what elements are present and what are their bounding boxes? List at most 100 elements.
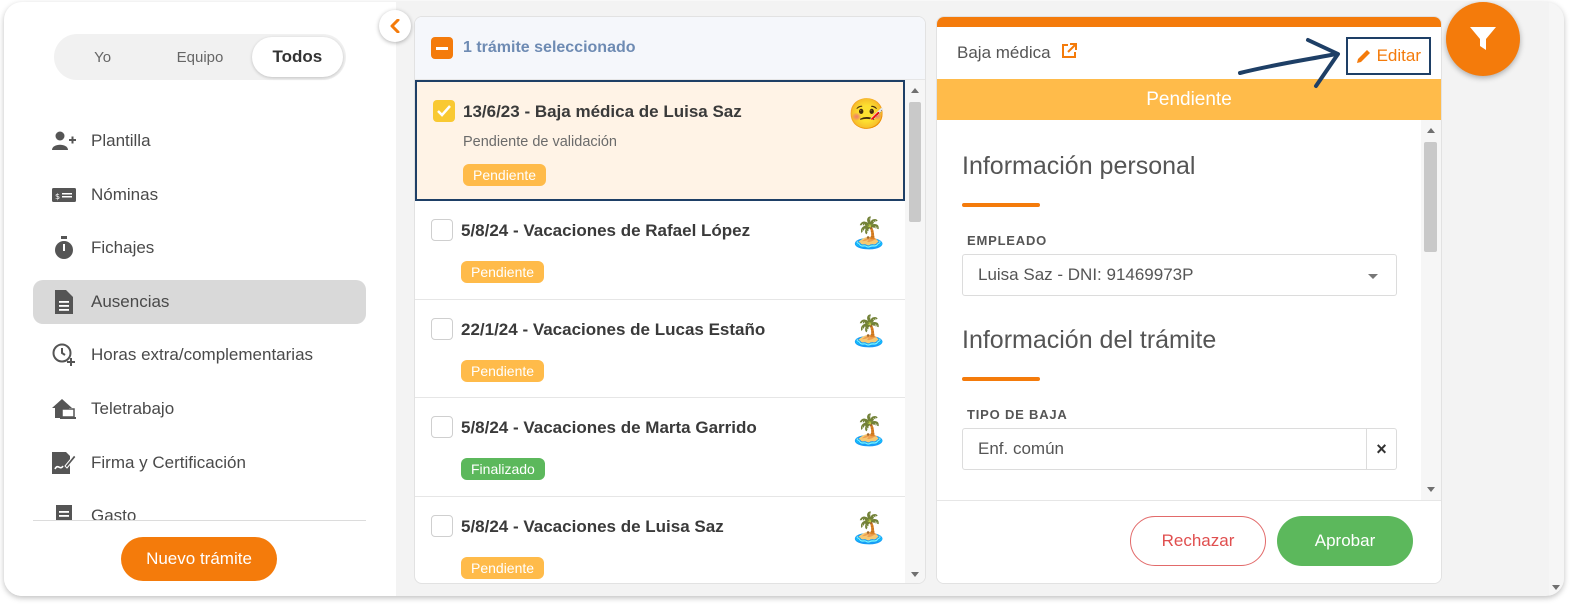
status-badge: Pendiente (461, 359, 545, 382)
scroll-thumb[interactable] (909, 102, 921, 222)
item-title: 13/6/23 - Baja médica de Luisa Saz (463, 102, 742, 121)
sidebar-item-firma[interactable]: Firma y Certificación (33, 441, 366, 485)
leave-type-value: Enf. común (978, 439, 1064, 458)
list-item[interactable]: 5/8/24 - Vacaciones de Luisa Saz Pendien… (415, 497, 905, 584)
employee-select[interactable]: Luisa Saz - DNI: 91469973P (962, 254, 1397, 296)
detail-header: Baja médica Editar (937, 27, 1441, 79)
sidebar-item-ausencias[interactable]: Ausencias (33, 279, 366, 324)
island-icon: 🏝️ (850, 413, 888, 447)
list-item[interactable]: 5/8/24 - Vacaciones de Rafael López Pend… (415, 201, 905, 300)
sidebar-item-label: Plantilla (91, 131, 151, 150)
document-icon (51, 289, 77, 314)
procedure-detail-panel: Baja médica Editar Pendiente Información… (936, 16, 1442, 584)
item-title: 5/8/24 - Vacaciones de Rafael López (461, 221, 751, 240)
sidebar-item-fichajes[interactable]: Fichajes (33, 226, 366, 270)
island-icon: 🏝️ (850, 512, 888, 545)
add-user-icon (51, 129, 77, 153)
sidebar-nav: Plantilla $ Nóminas Fichajes Ausencias H… (33, 119, 366, 548)
detail-scrollbar[interactable] (1421, 120, 1441, 500)
procedure-list: 13/6/23 - Baja médica de Luisa Saz Pendi… (415, 80, 905, 584)
sidebar-item-label: Firma y Certificación (91, 452, 246, 472)
sidebar-item-nominas[interactable]: $ Nóminas (33, 173, 366, 217)
approve-button[interactable]: Aprobar (1277, 516, 1413, 566)
status-banner: Pendiente (937, 79, 1441, 120)
list-header: 1 trámite seleccionado (415, 17, 925, 80)
leave-type-select[interactable]: Enf. común × (962, 428, 1397, 470)
scroll-thumb[interactable] (1424, 142, 1437, 252)
item-checkbox[interactable] (431, 514, 453, 537)
scope-tab-yo[interactable]: Yo (57, 37, 148, 77)
detail-form: Información personal EMPLEADO Luisa Saz … (937, 120, 1421, 500)
sidebar-item-label: Fichajes (91, 238, 155, 258)
sidebar-item-label: Ausencias (91, 291, 170, 311)
item-checkbox[interactable] (431, 219, 453, 241)
clock-plus-icon (51, 343, 77, 367)
reject-button[interactable]: Rechazar (1130, 516, 1266, 566)
item-title: 5/8/24 - Vacaciones de Marta Garrido (461, 418, 757, 437)
procedure-list-panel: 1 trámite seleccionado 13/6/23 - Baja mé… (414, 16, 926, 584)
list-item[interactable]: 13/6/23 - Baja médica de Luisa Saz Pendi… (415, 80, 905, 201)
item-checkbox[interactable] (431, 317, 453, 340)
sidebar-item-label: Nóminas (91, 184, 159, 204)
deselect-all-checkbox[interactable] (431, 37, 453, 59)
leave-type-label: TIPO DE BAJA (967, 407, 1068, 422)
sidebar-item-teletrabajo[interactable]: Teletrabajo (33, 387, 366, 431)
status-badge: Pendiente (461, 556, 545, 579)
signature-icon (51, 451, 77, 475)
sidebar: Yo Equipo Todos Plantilla $ Nóminas Fich… (4, 2, 396, 596)
selection-count: 1 trámite seleccionado (463, 39, 636, 56)
procedure-type: Baja médica (957, 43, 1051, 62)
payslip-icon: $ (51, 183, 77, 207)
external-link-icon[interactable] (1061, 42, 1077, 64)
edit-button[interactable]: Editar (1345, 37, 1431, 75)
pencil-icon (1356, 50, 1370, 63)
sidebar-item-horas-extra[interactable]: Horas extra/complementarias (33, 333, 366, 377)
scroll-up-icon[interactable] (911, 88, 919, 93)
app-window: Yo Equipo Todos Plantilla $ Nóminas Fich… (4, 2, 1564, 596)
sidebar-item-plantilla[interactable]: Plantilla (33, 119, 366, 163)
status-badge: Pendiente (463, 164, 547, 186)
section-divider (962, 203, 1040, 207)
item-checkbox[interactable] (431, 416, 453, 438)
minus-icon (436, 46, 448, 50)
filter-icon (1470, 27, 1496, 50)
scroll-down-icon[interactable] (1427, 487, 1435, 492)
scope-switcher: Yo Equipo Todos (54, 34, 346, 80)
collapse-sidebar-button[interactable] (379, 10, 411, 42)
sidebar-item-label: Horas extra/complementarias (91, 345, 314, 365)
scroll-up-icon[interactable] (1427, 128, 1435, 133)
employee-value: Luisa Saz - DNI: 91469973P (978, 265, 1194, 284)
page-scrollbar[interactable] (1549, 2, 1564, 596)
clear-icon[interactable]: × (1366, 429, 1396, 469)
new-procedure-button[interactable]: Nuevo trámite (121, 537, 277, 581)
svg-text:$: $ (55, 192, 60, 201)
list-item[interactable]: 22/1/24 - Vacaciones de Lucas Estaño Pen… (415, 300, 905, 398)
status-badge: Finalizado (461, 458, 545, 480)
scroll-down-icon[interactable] (911, 572, 919, 577)
check-icon (437, 105, 451, 117)
chevron-left-icon (390, 19, 400, 33)
scope-tab-equipo[interactable]: Equipo (154, 37, 245, 77)
item-checkbox[interactable] (433, 100, 455, 122)
scope-tab-todos[interactable]: Todos (251, 37, 343, 77)
item-title: 22/1/24 - Vacaciones de Lucas Estaño (461, 319, 766, 339)
detail-actions: Rechazar Aprobar (937, 500, 1441, 583)
employee-label: EMPLEADO (967, 233, 1048, 248)
sidebar-item-label: Teletrabajo (91, 398, 175, 418)
section-title-personal: Información personal (962, 152, 1196, 180)
scroll-down-icon[interactable] (1552, 585, 1560, 590)
stopwatch-icon (51, 236, 77, 260)
item-title: 5/8/24 - Vacaciones de Luisa Saz (461, 516, 724, 536)
edit-label: Editar (1376, 46, 1421, 65)
section-divider (962, 377, 1040, 381)
status-badge: Pendiente (461, 261, 545, 283)
island-icon: 🏝️ (850, 315, 888, 348)
sick-face-icon: 🤒 (848, 97, 886, 131)
list-item[interactable]: 5/8/24 - Vacaciones de Marta Garrido Fin… (415, 398, 905, 497)
list-scrollbar[interactable] (905, 80, 925, 583)
filter-button[interactable] (1446, 2, 1520, 76)
home-laptop-icon (51, 397, 77, 421)
island-icon: 🏝️ (850, 216, 888, 250)
detail-accent-bar (937, 17, 1441, 27)
chevron-down-icon (1368, 274, 1378, 279)
